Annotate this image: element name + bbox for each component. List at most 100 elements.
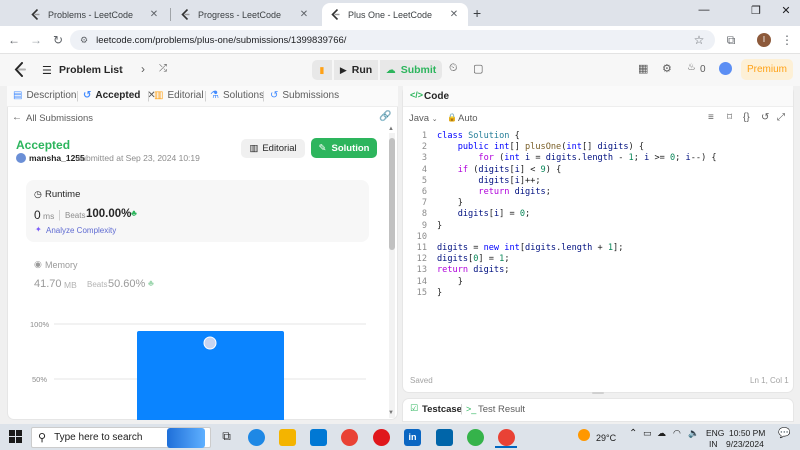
tray-app-icon[interactable]: ▭ xyxy=(643,428,652,439)
code-line[interactable]: class Solution { xyxy=(437,131,717,142)
prev-problem-icon[interactable]: ‹ xyxy=(119,62,123,76)
browser-tab-plus-one[interactable]: Plus One - LeetCode ✕ xyxy=(322,3,468,26)
expand-icon[interactable]: ⤢ xyxy=(777,112,785,123)
bookmark-star-icon[interactable]: ☆ xyxy=(690,31,708,49)
leetcode-logo-icon[interactable] xyxy=(14,62,27,80)
new-tab-button[interactable]: + xyxy=(473,5,481,21)
tray-chevron-up-icon[interactable]: ⌃ xyxy=(629,428,637,439)
tab-editorial[interactable]: ▥ Editorial xyxy=(154,90,204,101)
left-scrollbar-thumb[interactable] xyxy=(389,138,395,250)
tab-testcase[interactable]: Testcase xyxy=(422,404,462,415)
solution-button[interactable]: ✎ Solution xyxy=(311,138,377,158)
close-tab-icon[interactable]: ✕ xyxy=(148,9,160,20)
linkedin-icon[interactable]: in xyxy=(404,429,421,446)
tab-divider: | xyxy=(76,90,79,102)
task-view-icon[interactable]: ⧉ xyxy=(218,429,235,446)
maximize-icon[interactable]: ❐ xyxy=(744,4,768,17)
windows-start-icon[interactable] xyxy=(9,430,22,446)
scroll-down-icon[interactable]: ▼ xyxy=(388,410,394,416)
back-arrow-icon[interactable]: ← xyxy=(12,112,22,123)
back-icon[interactable]: ← xyxy=(5,31,23,49)
mail-icon[interactable] xyxy=(310,429,327,446)
notifications-icon[interactable]: 💬 xyxy=(778,428,790,439)
debug-button[interactable]: ▮ xyxy=(312,60,332,80)
submit-button[interactable]: ☁ Submit xyxy=(380,60,442,80)
url-bar[interactable]: ⚙ leetcode.com/problems/plus-one/submiss… xyxy=(70,30,715,50)
close-window-icon[interactable]: ✕ xyxy=(774,4,798,17)
code-line[interactable] xyxy=(437,232,717,243)
code-line[interactable]: return digits; xyxy=(437,187,717,198)
memory-label[interactable]: Memory xyxy=(45,260,78,270)
cloud-icon[interactable]: ☁ xyxy=(657,428,666,439)
reset-icon[interactable]: ↺ xyxy=(761,112,769,123)
tab-submissions[interactable]: ↺ Submissions xyxy=(270,90,339,101)
code-line[interactable]: public int[] plusOne(int[] digits) { xyxy=(437,142,717,153)
streak-fire-icon[interactable]: ♨ xyxy=(687,62,696,73)
next-problem-icon[interactable]: › xyxy=(141,62,145,76)
browser-tab-progress[interactable]: Progress - LeetCode ✕ xyxy=(172,3,318,26)
chrome-icon[interactable] xyxy=(341,429,358,446)
tab-test-result[interactable]: Test Result xyxy=(478,404,525,415)
edge-green-icon[interactable] xyxy=(467,429,484,446)
minimize-icon[interactable]: — xyxy=(692,4,716,16)
analyze-complexity-link[interactable]: Analyze Complexity xyxy=(46,226,116,235)
timer-icon[interactable]: ⏲ xyxy=(449,62,458,75)
file-explorer-icon[interactable] xyxy=(279,429,296,446)
volume-icon[interactable]: 🔈 xyxy=(688,428,699,439)
tab-solutions[interactable]: ⚗ Solutions xyxy=(210,90,264,101)
profile-avatar[interactable]: I xyxy=(757,33,771,47)
layout-grid-icon[interactable]: ▦ xyxy=(638,62,648,75)
opera-icon[interactable] xyxy=(373,429,390,446)
resize-handle[interactable] xyxy=(592,392,604,394)
code-line[interactable]: digits[i] = 0; xyxy=(437,209,717,220)
code-line[interactable]: digits[i]++; xyxy=(437,176,717,187)
vscode-icon[interactable] xyxy=(436,429,453,446)
code-line[interactable]: for (int i = digits.length - 1; i >= 0; … xyxy=(437,153,716,164)
all-submissions-link[interactable]: All Submissions xyxy=(26,113,93,124)
weather-temperature[interactable]: 29°C xyxy=(596,433,616,443)
settings-gear-icon[interactable]: ⚙ xyxy=(662,62,672,75)
scroll-up-icon[interactable]: ▲ xyxy=(388,126,394,132)
code-line[interactable]: } xyxy=(437,198,717,209)
menu-kebab-icon[interactable]: ⋮ xyxy=(778,31,796,49)
premium-button[interactable]: Premium xyxy=(741,59,793,80)
forward-icon[interactable]: → xyxy=(27,31,45,49)
braces-icon[interactable]: {} xyxy=(743,112,750,123)
editorial-button[interactable]: ▥ Editorial xyxy=(241,139,305,158)
auto-mode[interactable]: Auto xyxy=(458,113,478,124)
reload-icon[interactable]: ↻ xyxy=(49,31,67,49)
notes-icon[interactable]: ▢ xyxy=(473,62,483,75)
code-line[interactable]: } xyxy=(437,221,717,232)
line-number: 14 xyxy=(416,276,427,287)
problem-list-link[interactable]: Problem List xyxy=(59,64,123,76)
format-icon[interactable]: ≡ xyxy=(708,112,714,123)
close-tab-icon[interactable]: ✕ xyxy=(298,9,310,20)
clock-time[interactable]: 10:50 PM xyxy=(729,428,765,438)
code-line[interactable]: if (digits[i] < 9) { xyxy=(437,165,717,176)
user-avatar[interactable] xyxy=(719,62,732,75)
site-info-icon[interactable]: ⚙ xyxy=(80,35,88,46)
code-line[interactable]: digits = new int[digits.length + 1]; xyxy=(437,243,717,254)
wifi-icon[interactable]: ◠ xyxy=(673,428,681,439)
tab-accepted[interactable]: ↺ Accepted ✕ xyxy=(83,90,156,101)
browser-tab-problems[interactable]: Problems - LeetCode ✕ xyxy=(22,3,168,26)
chrome-active-icon[interactable] xyxy=(498,429,515,446)
code-line[interactable]: digits[0] = 1; xyxy=(437,254,717,265)
search-highlight-image[interactable] xyxy=(167,428,205,448)
tab-description[interactable]: ▤ Description xyxy=(13,90,76,101)
extensions-icon[interactable]: ⧉ xyxy=(722,31,740,49)
language-select[interactable]: Java ⌄ xyxy=(409,113,438,124)
code-line[interactable]: } xyxy=(437,277,717,288)
share-link-icon[interactable]: 🔗 xyxy=(379,111,391,122)
close-tab-icon[interactable]: ✕ xyxy=(448,9,460,20)
edge-browser-icon[interactable] xyxy=(248,429,265,446)
shuffle-icon[interactable]: ⤮ xyxy=(159,63,167,74)
input-region[interactable]: IN xyxy=(709,439,718,449)
code-line[interactable]: return digits; xyxy=(437,265,717,276)
input-language[interactable]: ENG xyxy=(706,428,724,438)
code-line[interactable]: } xyxy=(437,288,717,299)
run-button[interactable]: ▶ Run xyxy=(334,60,378,80)
clock-date[interactable]: 9/23/2024 xyxy=(726,439,764,449)
code-editor[interactable]: class Solution { public int[] plusOne(in… xyxy=(437,131,717,299)
bookmark-icon[interactable]: ⌑ xyxy=(727,112,732,123)
